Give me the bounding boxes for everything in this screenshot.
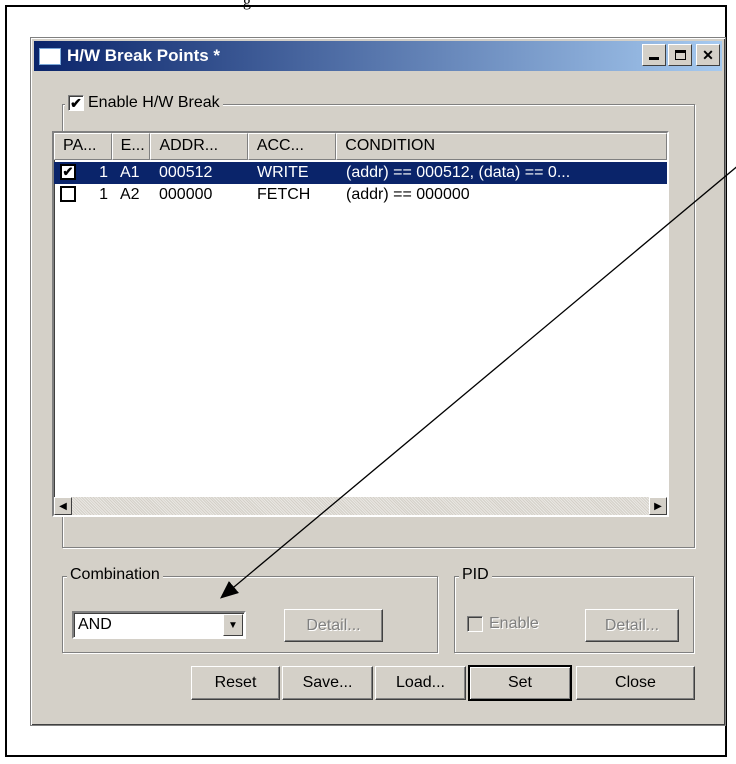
app-window-icon bbox=[39, 47, 61, 65]
row-access: WRITE bbox=[257, 164, 309, 181]
maximize-icon bbox=[674, 50, 686, 60]
combination-detail-button[interactable]: Detail... bbox=[284, 609, 383, 642]
combination-legend: Combination bbox=[67, 566, 163, 584]
set-button[interactable]: Set bbox=[468, 665, 572, 701]
close-button[interactable]: Close bbox=[576, 666, 695, 700]
pid-enable[interactable]: Enable bbox=[467, 615, 539, 633]
close-icon: ✕ bbox=[702, 46, 714, 63]
caption-fragment: g bbox=[243, 0, 251, 10]
row-address: 000512 bbox=[159, 164, 213, 181]
row-access: FETCH bbox=[257, 186, 311, 203]
pid-enable-label: Enable bbox=[489, 615, 539, 632]
row-pass: 1 bbox=[99, 186, 108, 203]
minimize-icon bbox=[649, 57, 659, 60]
column-header-address[interactable]: ADDR... bbox=[150, 133, 248, 160]
chevron-down-icon: ▼ bbox=[228, 619, 238, 631]
row-event: A1 bbox=[120, 164, 140, 181]
arrow-left-icon: ◀ bbox=[59, 500, 67, 512]
row-pass: 1 bbox=[99, 164, 108, 181]
horizontal-scrollbar[interactable]: ◀ ▶ bbox=[54, 497, 667, 515]
pid-legend: PID bbox=[459, 566, 492, 584]
row-enable-checkbox[interactable] bbox=[60, 186, 76, 202]
save-button[interactable]: Save... bbox=[282, 666, 373, 700]
title-bar[interactable]: H/W Break Points * ✕ bbox=[34, 41, 722, 71]
close-window-button[interactable]: ✕ bbox=[696, 44, 720, 66]
pid-enable-checkbox[interactable] bbox=[467, 616, 483, 632]
row-enable-checkbox[interactable]: ✔ bbox=[60, 164, 76, 180]
column-header-condition[interactable]: CONDITION bbox=[336, 133, 667, 160]
enable-hw-break-legend: ✔ Enable H/W Break bbox=[65, 94, 223, 112]
scroll-left-button[interactable]: ◀ bbox=[54, 497, 72, 515]
maximize-button[interactable] bbox=[668, 44, 692, 66]
arrow-right-icon: ▶ bbox=[654, 500, 662, 512]
scroll-track[interactable] bbox=[72, 497, 649, 515]
load-button[interactable]: Load... bbox=[375, 666, 466, 700]
list-row-2[interactable]: 1 A2 000000 FETCH (addr) == 000000 bbox=[54, 184, 667, 206]
reset-button[interactable]: Reset bbox=[191, 666, 280, 700]
column-header-event[interactable]: E... bbox=[111, 133, 151, 160]
combination-value: AND bbox=[78, 616, 112, 633]
list-header: PA... E... ADDR... ACC... CONDITION bbox=[54, 133, 667, 160]
column-header-access[interactable]: ACC... bbox=[247, 133, 337, 160]
scroll-right-button[interactable]: ▶ bbox=[649, 497, 667, 515]
dropdown-button[interactable]: ▼ bbox=[223, 614, 243, 636]
row-condition: (addr) == 000000 bbox=[346, 186, 470, 203]
combination-select[interactable]: AND ▼ bbox=[72, 611, 246, 639]
list-row-1[interactable]: ✔ 1 A1 000512 WRITE (addr) == 000512, (d… bbox=[54, 162, 667, 184]
row-event: A2 bbox=[120, 186, 140, 203]
breakpoint-list[interactable]: PA... E... ADDR... ACC... CONDITION ✔ 1 … bbox=[52, 131, 669, 517]
pid-detail-button[interactable]: Detail... bbox=[585, 609, 679, 642]
title-buttons: ✕ bbox=[642, 44, 720, 66]
enable-hw-break-label: Enable H/W Break bbox=[88, 94, 220, 111]
minimize-button[interactable] bbox=[642, 44, 666, 66]
enable-hw-break-checkbox[interactable]: ✔ bbox=[68, 95, 84, 111]
window-title: H/W Break Points * bbox=[67, 46, 221, 65]
row-condition: (addr) == 000512, (data) == 0... bbox=[346, 164, 571, 181]
column-header-pass[interactable]: PA... bbox=[54, 133, 112, 160]
row-address: 000000 bbox=[159, 186, 213, 203]
